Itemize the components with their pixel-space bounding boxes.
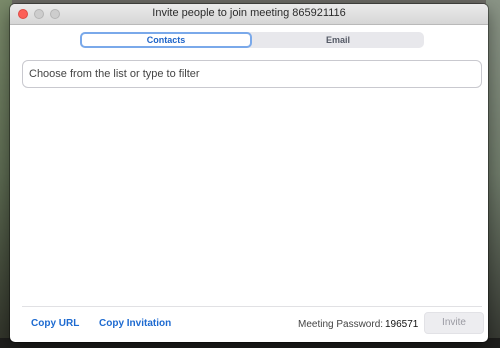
- meeting-password-label: Meeting Password:: [298, 319, 384, 330]
- tab-email[interactable]: Email: [252, 32, 424, 48]
- window-title: Invite people to join meeting 865921116: [152, 7, 346, 19]
- invite-method-tabs: Contacts Email: [80, 32, 424, 48]
- copy-invitation-button[interactable]: Copy Invitation: [99, 318, 171, 329]
- tab-contacts[interactable]: Contacts: [80, 32, 252, 48]
- invite-dialog: Invite people to join meeting 865921116 …: [10, 4, 488, 342]
- meeting-password-value: 196571: [385, 319, 419, 330]
- copy-url-button[interactable]: Copy URL: [31, 318, 79, 329]
- contact-filter-input[interactable]: [22, 60, 482, 88]
- footer-divider: [22, 306, 482, 307]
- title-bar: Invite people to join meeting 865921116: [10, 4, 488, 25]
- background-right: [486, 0, 500, 348]
- contacts-list[interactable]: [22, 92, 482, 302]
- invite-button[interactable]: Invite: [424, 312, 484, 334]
